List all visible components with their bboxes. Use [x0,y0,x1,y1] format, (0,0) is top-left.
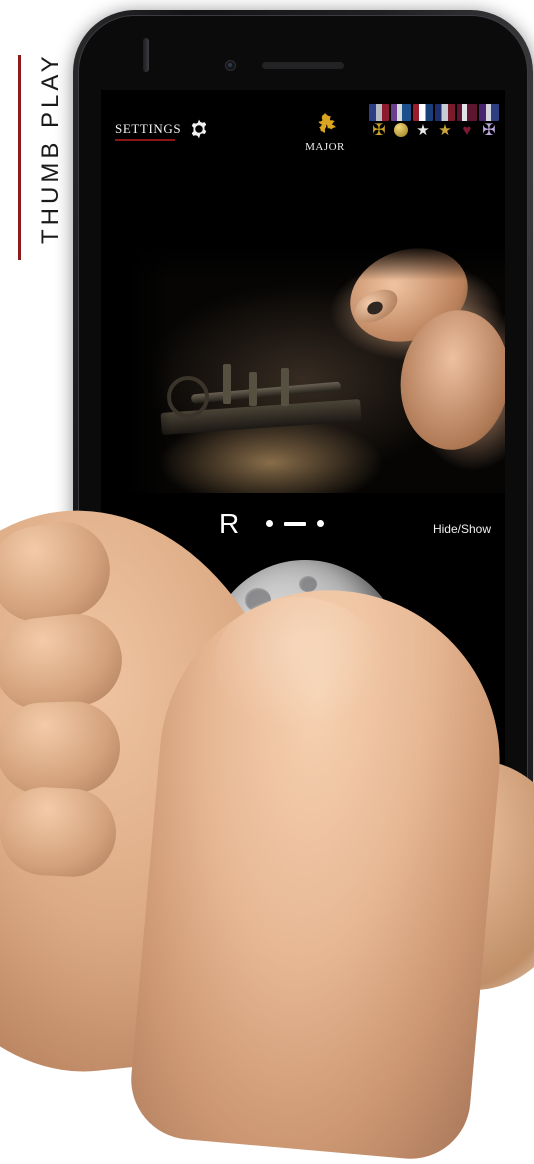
telegraph-post [281,368,289,406]
accent-rule [18,55,21,260]
rank-label: Major [305,141,345,153]
ribbon-bar [391,104,411,121]
home-button[interactable] [275,866,331,922]
hide-show-button[interactable]: Hide/Show [433,522,491,536]
video-vignette-top [101,240,505,280]
medal-pendant: ★ [416,122,430,139]
morse-dot [317,520,324,527]
earpiece-speaker [262,62,344,69]
settings-button[interactable]: Settings [115,118,210,140]
morse-letter: R [219,508,240,539]
telegraph-lever [190,381,342,404]
ribbon-bar [413,104,433,121]
medal-pendant: ✠ [372,122,386,139]
telegraph-knob [167,376,209,418]
telegraph-key-video[interactable] [101,240,505,493]
app-screen: Settings Major ✠ [101,90,505,845]
morse-dash [284,521,306,526]
medal-pendant: ♥ [462,122,472,139]
settings-underline [115,139,175,141]
medal-pendant: ★ [438,122,452,139]
ribbon-bar [369,104,389,121]
medal-ribbon-5[interactable]: ♥ [457,104,477,143]
settings-label: Settings [115,121,182,136]
front-camera [225,60,236,71]
ribbon-bar [435,104,455,121]
ribbon-bar [457,104,477,121]
rank-insignia[interactable]: Major [297,112,353,153]
telegraph-post [249,372,257,406]
poster-side-label: THUMB PLAY [0,52,72,285]
medal-ribbon-2[interactable] [391,104,411,143]
ribbon-bar [479,104,499,121]
telegraph-post [223,364,231,404]
mute-switch[interactable] [143,38,149,72]
medal-ribbon-1[interactable]: ✠ [369,104,389,143]
medal-ribbon-6[interactable]: ✠ [479,104,499,143]
morse-dot [266,520,273,527]
morse-code-pattern [266,520,324,527]
moon-key-area[interactable] [101,560,505,845]
poster-title: THUMB PLAY [37,52,64,244]
medal-pendant: ✠ [482,122,496,139]
moon-image[interactable] [207,560,403,756]
morse-readout-row: R Hide/Show [101,508,505,548]
medal-ribbon-4[interactable]: ★ [435,104,455,143]
medal-rack[interactable]: ✠ ★ ★ ♥ ✠ [369,104,499,154]
gold-oak-leaf-icon [318,113,336,134]
medal-ribbon-3[interactable]: ★ [413,104,433,143]
medal-pendant [391,121,411,143]
app-topbar: Settings Major ✠ [101,90,505,160]
gear-icon[interactable] [188,118,210,140]
phone-device: Settings Major ✠ [73,10,533,940]
